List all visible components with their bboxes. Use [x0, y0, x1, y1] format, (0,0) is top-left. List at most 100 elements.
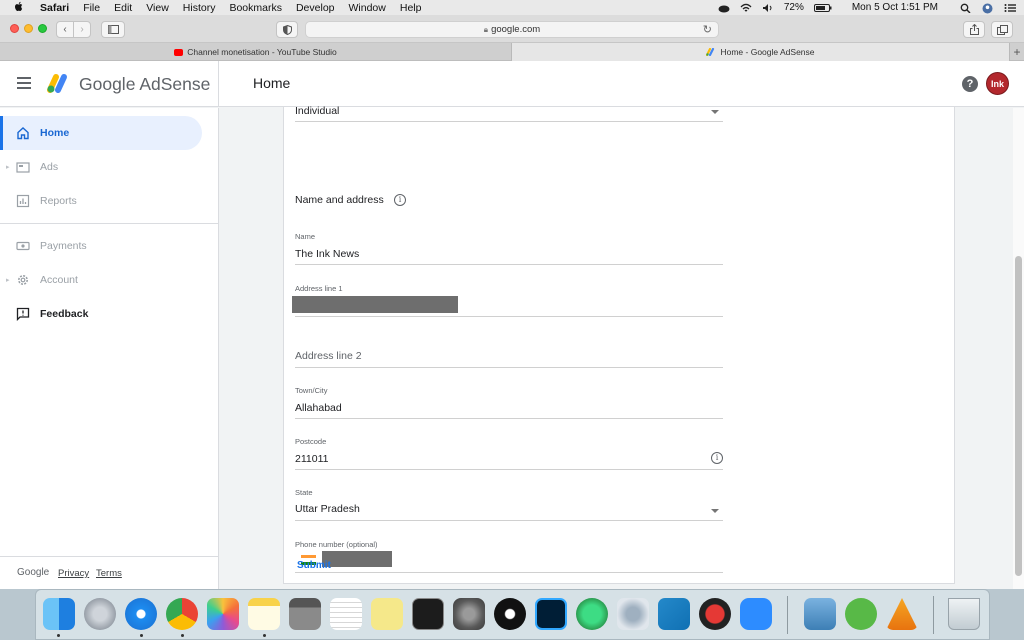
sidebar-item-ads[interactable]: ▸ Ads — [0, 150, 202, 184]
running-indicator — [181, 634, 184, 637]
chrome-icon[interactable] — [166, 598, 198, 630]
stickies-icon[interactable] — [371, 598, 403, 630]
menu-view[interactable]: View — [146, 2, 169, 14]
privacy-report-button[interactable] — [276, 21, 298, 38]
info-icon[interactable]: i — [394, 194, 406, 206]
maximize-window-button[interactable] — [38, 24, 47, 33]
sidebar-toggle-button[interactable] — [101, 21, 125, 38]
user-account-icon[interactable] — [982, 3, 994, 13]
sidebar-item-label: Feedback — [40, 308, 89, 320]
state-label: State — [295, 488, 313, 497]
ads-icon — [16, 160, 30, 174]
spotlight-search-icon[interactable] — [960, 3, 972, 13]
redacted-phone-block — [322, 551, 392, 567]
postcode-field[interactable]: Postcode 211011 i — [295, 424, 723, 470]
menu-edit[interactable]: Edit — [114, 2, 132, 14]
notes-icon[interactable] — [248, 598, 280, 630]
menu-develop[interactable]: Develop — [296, 2, 335, 14]
menu-history[interactable]: History — [183, 2, 216, 14]
utorrent-icon[interactable] — [845, 598, 877, 630]
close-window-button[interactable] — [10, 24, 19, 33]
calculator-icon[interactable] — [289, 598, 321, 630]
browser-toolbar: ‹ › 🔒︎ google.com ↻ — [0, 15, 1024, 43]
avatar[interactable]: Ink — [986, 72, 1009, 95]
tab-title: Home - Google AdSense — [720, 47, 815, 57]
textedit-icon[interactable] — [330, 598, 362, 630]
section-title: Name and address — [295, 194, 384, 206]
sidebar-item-label: Ads — [40, 161, 59, 173]
sidebar-item-feedback[interactable]: Feedback — [0, 297, 202, 331]
help-icon[interactable]: ? — [962, 76, 978, 92]
menu-bookmarks[interactable]: Bookmarks — [229, 2, 282, 14]
submit-button[interactable]: Submit — [297, 560, 331, 571]
finder-icon[interactable] — [43, 598, 75, 630]
settings-icon[interactable] — [617, 598, 649, 630]
sidebar-item-label: Payments — [40, 240, 87, 252]
tab-adsense-home[interactable]: Home - Google AdSense — [512, 43, 1010, 61]
home-icon — [16, 126, 30, 140]
reload-icon[interactable]: ↻ — [703, 23, 712, 36]
zoom-icon[interactable] — [740, 598, 772, 630]
photoshop-icon[interactable] — [535, 598, 567, 630]
new-tab-button[interactable]: + — [1010, 43, 1024, 60]
menu-window[interactable]: Window — [349, 2, 386, 14]
running-indicator — [140, 634, 143, 637]
launchpad-icon[interactable] — [84, 598, 116, 630]
info-icon[interactable]: i — [711, 452, 723, 464]
sidebar-icon — [107, 25, 119, 34]
expand-caret-icon: ▸ — [6, 277, 10, 284]
name-field[interactable]: Name The Ink News — [295, 219, 723, 265]
system-preferences-icon[interactable] — [453, 598, 485, 630]
terminal-icon[interactable] — [412, 598, 444, 630]
wifi-icon[interactable] — [740, 3, 752, 13]
volume-icon[interactable] — [762, 3, 774, 13]
menu-help[interactable]: Help — [400, 2, 422, 14]
menu-file[interactable]: File — [83, 2, 100, 14]
apple-icon[interactable] — [14, 1, 28, 15]
feedback-icon — [16, 307, 30, 322]
dock-separator — [933, 596, 934, 634]
forward-button[interactable]: › — [73, 21, 91, 38]
sidebar-item-account[interactable]: ▸ Account — [0, 263, 202, 297]
downloader-icon[interactable] — [699, 598, 731, 630]
page-scrollbar-thumb[interactable] — [1015, 256, 1022, 576]
address-bar[interactable]: 🔒︎ google.com ↻ — [305, 21, 719, 38]
sidebar-item-label: Home — [40, 127, 70, 139]
tabs-icon — [996, 24, 1008, 35]
vscode-icon[interactable] — [658, 598, 690, 630]
sidebar-item-reports[interactable]: Reports — [0, 184, 202, 218]
address-line-2-field[interactable]: Address line 2 — [295, 323, 723, 368]
phone-number-label: Phone number (optional) — [295, 540, 378, 549]
creative-cloud-icon[interactable] — [718, 3, 730, 13]
back-button[interactable]: ‹ — [56, 21, 74, 38]
account-type-select[interactable]: Individual — [295, 105, 723, 122]
terms-link[interactable]: Terms — [96, 568, 122, 579]
preview-icon[interactable] — [804, 598, 836, 630]
vlc-icon[interactable] — [886, 598, 918, 630]
safari-icon[interactable] — [125, 598, 157, 630]
town-city-field[interactable]: Town/City Allahabad — [295, 373, 723, 419]
town-city-label: Town/City — [295, 386, 328, 395]
state-select[interactable]: State Uttar Pradesh — [295, 475, 723, 521]
hamburger-menu-icon[interactable] — [17, 77, 31, 89]
share-button[interactable] — [963, 21, 985, 38]
tab-overview-button[interactable] — [991, 21, 1013, 38]
clock[interactable]: Mon 5 Oct 1:51 PM — [852, 2, 938, 13]
menu-app-safari[interactable]: Safari — [40, 2, 69, 14]
inkscape-icon[interactable] — [494, 598, 526, 630]
privacy-link[interactable]: Privacy — [58, 568, 89, 579]
header-divider — [218, 61, 219, 107]
minimize-window-button[interactable] — [24, 24, 33, 33]
sidebar-item-home[interactable]: Home — [0, 116, 202, 150]
photos-icon[interactable] — [207, 598, 239, 630]
trash-icon[interactable] — [948, 598, 980, 630]
running-indicator — [57, 634, 60, 637]
battery-icon[interactable] — [813, 3, 832, 13]
sidebar-item-label: Account — [40, 274, 78, 286]
expand-caret-icon: ▸ — [6, 164, 10, 171]
control-list-icon[interactable] — [1004, 3, 1016, 13]
sidebar-item-payments[interactable]: Payments — [0, 229, 202, 263]
android-studio-icon[interactable] — [576, 598, 608, 630]
tab-youtube-studio[interactable]: Channel monetisation - YouTube Studio — [0, 43, 512, 61]
brand-name[interactable]: Google AdSense — [79, 74, 210, 95]
